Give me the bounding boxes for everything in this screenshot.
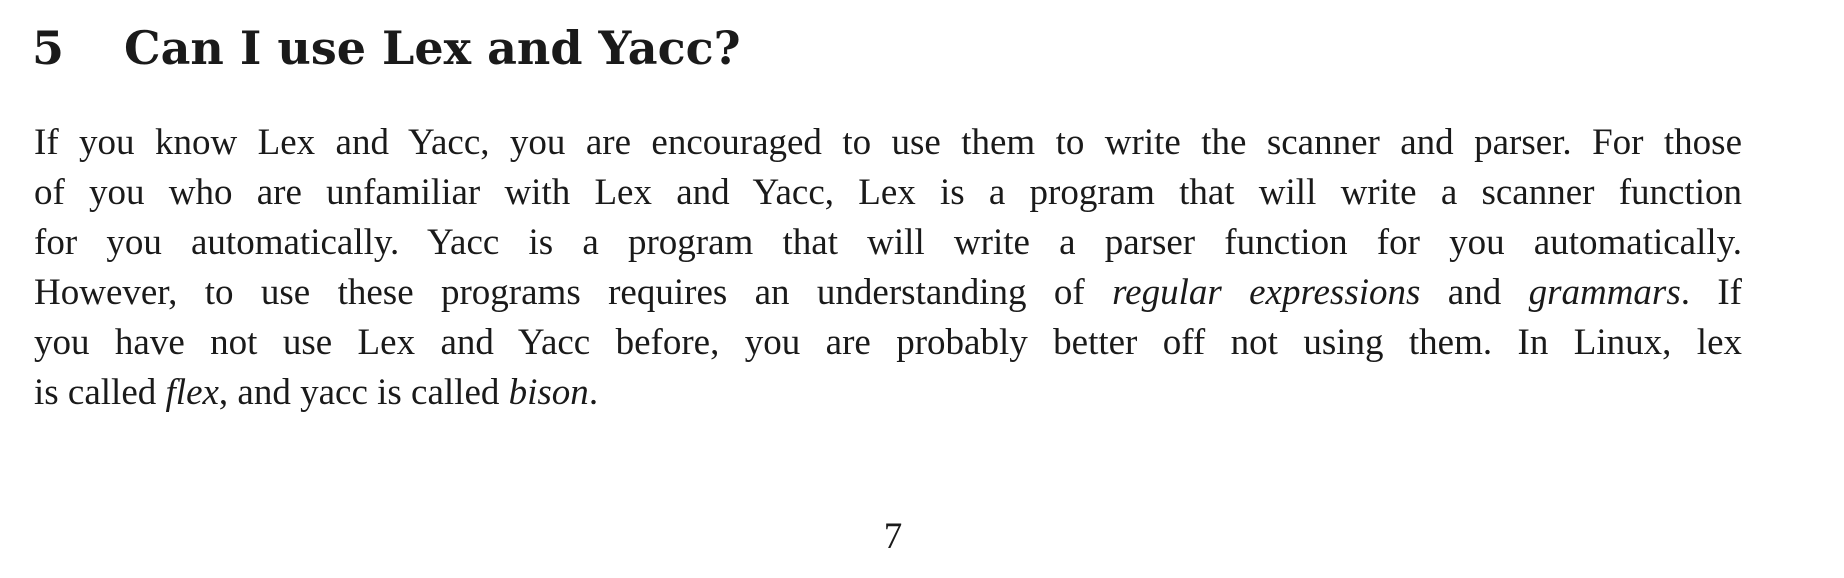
section-number: 5 — [32, 21, 65, 75]
section-heading: 5 Can I use Lex and Yacc? — [32, 18, 741, 78]
emphasis-flex: flex — [165, 372, 219, 413]
page-number: 7 — [883, 516, 903, 557]
paragraph-line: However, to use these programs requires … — [34, 268, 1742, 318]
paragraph-text: is called — [34, 372, 166, 413]
emphasis-regular-expressions: regular expressions — [1112, 272, 1421, 313]
paragraph-text: , and yacc is called — [218, 372, 509, 413]
paragraph-line: If you know Lex and Yacc, you are encour… — [34, 122, 1742, 163]
paragraph-line: for you automatically. Yacc is a program… — [34, 222, 1742, 263]
paragraph-text: However, to use these programs requires … — [34, 272, 1113, 313]
emphasis-bison: bison — [508, 372, 589, 413]
paragraph-text: . — [588, 372, 599, 413]
paragraph-text: and — [1420, 272, 1529, 313]
paragraph-line: of you who are unfamiliar with Lex and Y… — [34, 172, 1742, 213]
document-page: 5 Can I use Lex and Yacc? If you know Lex… — [0, 0, 1844, 578]
paragraph-line: is called flex, and yacc is called bison… — [34, 368, 1742, 418]
emphasis-grammars: grammars — [1528, 272, 1681, 313]
body-paragraph: If you know Lex and Yacc, you are encour… — [34, 118, 1742, 418]
paragraph-line: you have not use Lex and Yacc before, yo… — [34, 322, 1742, 363]
section-title: Can I use Lex and Yacc? — [124, 21, 741, 75]
paragraph-text: . If — [1680, 272, 1742, 313]
